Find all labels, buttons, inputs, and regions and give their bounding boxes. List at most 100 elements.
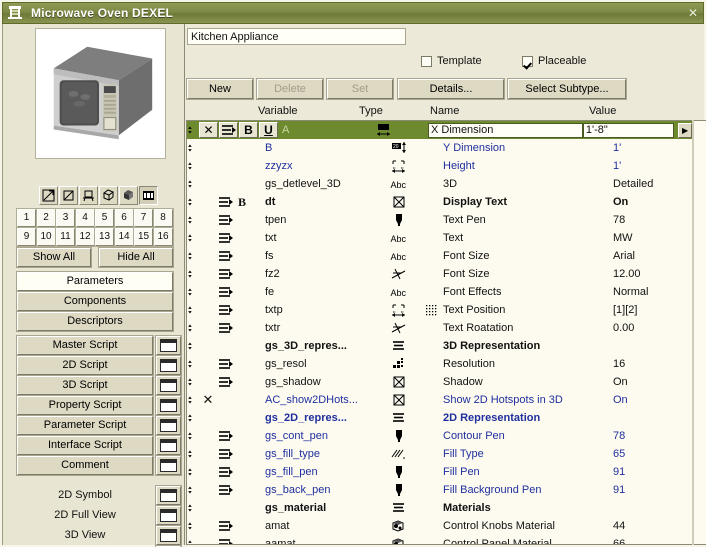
row-variable[interactable]: aamat: [263, 538, 375, 545]
hide-all-button[interactable]: Hide All: [99, 248, 173, 267]
row-name[interactable]: Text Roatation: [443, 322, 613, 334]
table-row[interactable]: gs_fill_typeFill Type65: [187, 445, 692, 463]
row-variable[interactable]: gs_cont_pen: [263, 430, 375, 442]
row-type-icon[interactable]: 20: [360, 123, 406, 137]
tab-parameters[interactable]: Parameters: [17, 272, 173, 291]
window-icon-3d-script[interactable]: [156, 376, 181, 395]
tab-components[interactable]: Components: [17, 292, 173, 311]
table-row[interactable]: B20Y Dimension1': [187, 139, 692, 157]
row-name[interactable]: Control Panel Material: [443, 538, 613, 545]
row-name[interactable]: Font Size: [443, 268, 613, 280]
row-name[interactable]: Materials: [443, 502, 613, 514]
window-icon-property-script[interactable]: [156, 396, 181, 415]
row-indent-button[interactable]: [219, 122, 238, 138]
row-drag-handle[interactable]: [187, 537, 199, 545]
row-variable[interactable]: gs_back_pen: [263, 484, 375, 496]
row-drag-handle[interactable]: [187, 159, 199, 173]
window-icon-3d-view[interactable]: [156, 526, 181, 545]
row-name[interactable]: Y Dimension: [443, 142, 613, 154]
row-drag-handle[interactable]: [187, 465, 199, 479]
wireframe-3d-icon[interactable]: [99, 186, 118, 205]
row-name[interactable]: Text Position: [443, 304, 613, 316]
row-drag-handle[interactable]: [187, 213, 199, 227]
table-row[interactable]: fz2Font Size12.00: [187, 265, 692, 283]
row-bold-button[interactable]: B: [239, 122, 258, 138]
show-all-button[interactable]: Show All: [17, 248, 91, 267]
table-row[interactable]: zzyzxHeight1': [187, 157, 692, 175]
row-type-icon[interactable]: Abc: [375, 231, 421, 245]
row-drag-handle[interactable]: [187, 303, 199, 317]
window-icon-2d-full-view[interactable]: [156, 506, 181, 525]
row-type-icon[interactable]: [375, 303, 421, 317]
row-drag-handle[interactable]: [187, 393, 199, 407]
row-value[interactable]: 66: [613, 538, 692, 545]
row-name[interactable]: Show 2D Hotspots in 3D: [443, 394, 613, 406]
row-name[interactable]: Display Text: [443, 196, 613, 208]
row-variable[interactable]: gs_2D_repres...: [263, 412, 375, 424]
row-drag-handle[interactable]: [187, 321, 199, 335]
row-expand-button[interactable]: ▶: [678, 123, 692, 138]
row-name[interactable]: Font Effects: [443, 286, 613, 298]
placeable-checkbox[interactable]: Placeable: [522, 55, 586, 67]
row-value[interactable]: 91: [613, 484, 692, 496]
table-row[interactable]: gs_2D_repres... 2D Representation: [187, 409, 692, 427]
2d-script-button[interactable]: 2D Script: [17, 356, 153, 375]
table-row[interactable]: gs_3D_repres...3D Representation: [187, 337, 692, 355]
row-drag-handle[interactable]: [187, 357, 199, 371]
row-drag-handle[interactable]: [187, 411, 199, 425]
layer-button-8[interactable]: 8: [154, 209, 173, 227]
solid-3d-icon[interactable]: [119, 186, 138, 205]
row-type-icon[interactable]: [375, 321, 421, 335]
table-row[interactable]: txtrText Roatation0.00: [187, 319, 692, 337]
row-type-icon[interactable]: [375, 339, 421, 353]
row-variable[interactable]: AC_show2DHots...: [263, 394, 375, 406]
layer-button-6[interactable]: 6: [115, 209, 134, 227]
row-type-icon[interactable]: [375, 519, 421, 533]
row-variable[interactable]: fs: [263, 250, 375, 262]
layer-button-3[interactable]: 3: [56, 209, 75, 227]
row-variable[interactable]: fe: [263, 286, 375, 298]
placeable-checkbox-box[interactable]: [522, 56, 533, 67]
row-value[interactable]: MW: [613, 232, 692, 244]
row-variable[interactable]: amat: [263, 520, 375, 532]
table-column-grip[interactable]: [692, 120, 694, 545]
layer-button-5[interactable]: 5: [95, 209, 114, 227]
row-type-icon[interactable]: [375, 267, 421, 281]
layer-button-2[interactable]: 2: [37, 209, 56, 227]
row-value[interactable]: On: [613, 394, 692, 406]
row-type-icon[interactable]: Abc: [375, 177, 421, 191]
row-variable[interactable]: gs_resol: [263, 358, 375, 370]
row-type-icon[interactable]: [375, 429, 421, 443]
plan-view-icon[interactable]: [59, 186, 78, 205]
row-name-input[interactable]: X Dimension: [428, 123, 583, 138]
row-variable[interactable]: gs_fill_type: [263, 448, 375, 460]
layer-button-16[interactable]: 16: [154, 228, 173, 246]
row-variable[interactable]: gs_3D_repres...: [263, 340, 375, 352]
row-name[interactable]: 2D Representation: [443, 412, 613, 424]
row-variable[interactable]: fz2: [263, 268, 375, 280]
layer-button-9[interactable]: 9: [17, 228, 36, 246]
comment-button[interactable]: Comment: [17, 456, 153, 475]
table-row[interactable]: gs_cont_penContour Pen78: [187, 427, 692, 445]
row-drag-handle[interactable]: [187, 429, 199, 443]
table-row[interactable]: aamat Control Panel Material66: [187, 535, 692, 545]
table-row[interactable]: amatControl Knobs Material44: [187, 517, 692, 535]
row-underline-button[interactable]: U: [259, 122, 278, 138]
row-drag-handle[interactable]: [187, 231, 199, 245]
row-drag-handle[interactable]: [187, 501, 199, 515]
row-value[interactable]: 78: [613, 214, 692, 226]
row-type-icon[interactable]: [375, 411, 421, 425]
table-row[interactable]: tpenText Pen78: [187, 211, 692, 229]
row-type-icon[interactable]: [375, 375, 421, 389]
table-row[interactable]: gs_detlevel_3DAbc3DDetailed: [187, 175, 692, 193]
row-variable[interactable]: dt: [263, 196, 375, 208]
row-drag-handle[interactable]: [187, 447, 199, 461]
row-value[interactable]: 44: [613, 520, 692, 532]
row-variable[interactable]: gs_material: [263, 502, 375, 514]
window-icon-comment[interactable]: [156, 456, 181, 475]
row-drag-handle[interactable]: [187, 123, 199, 137]
row-variable[interactable]: txtr: [263, 322, 375, 334]
table-row[interactable]: gs_back_penFill Background Pen91: [187, 481, 692, 499]
row-name[interactable]: Fill Type: [443, 448, 613, 460]
row-value-input[interactable]: 1'-8": [583, 123, 674, 138]
